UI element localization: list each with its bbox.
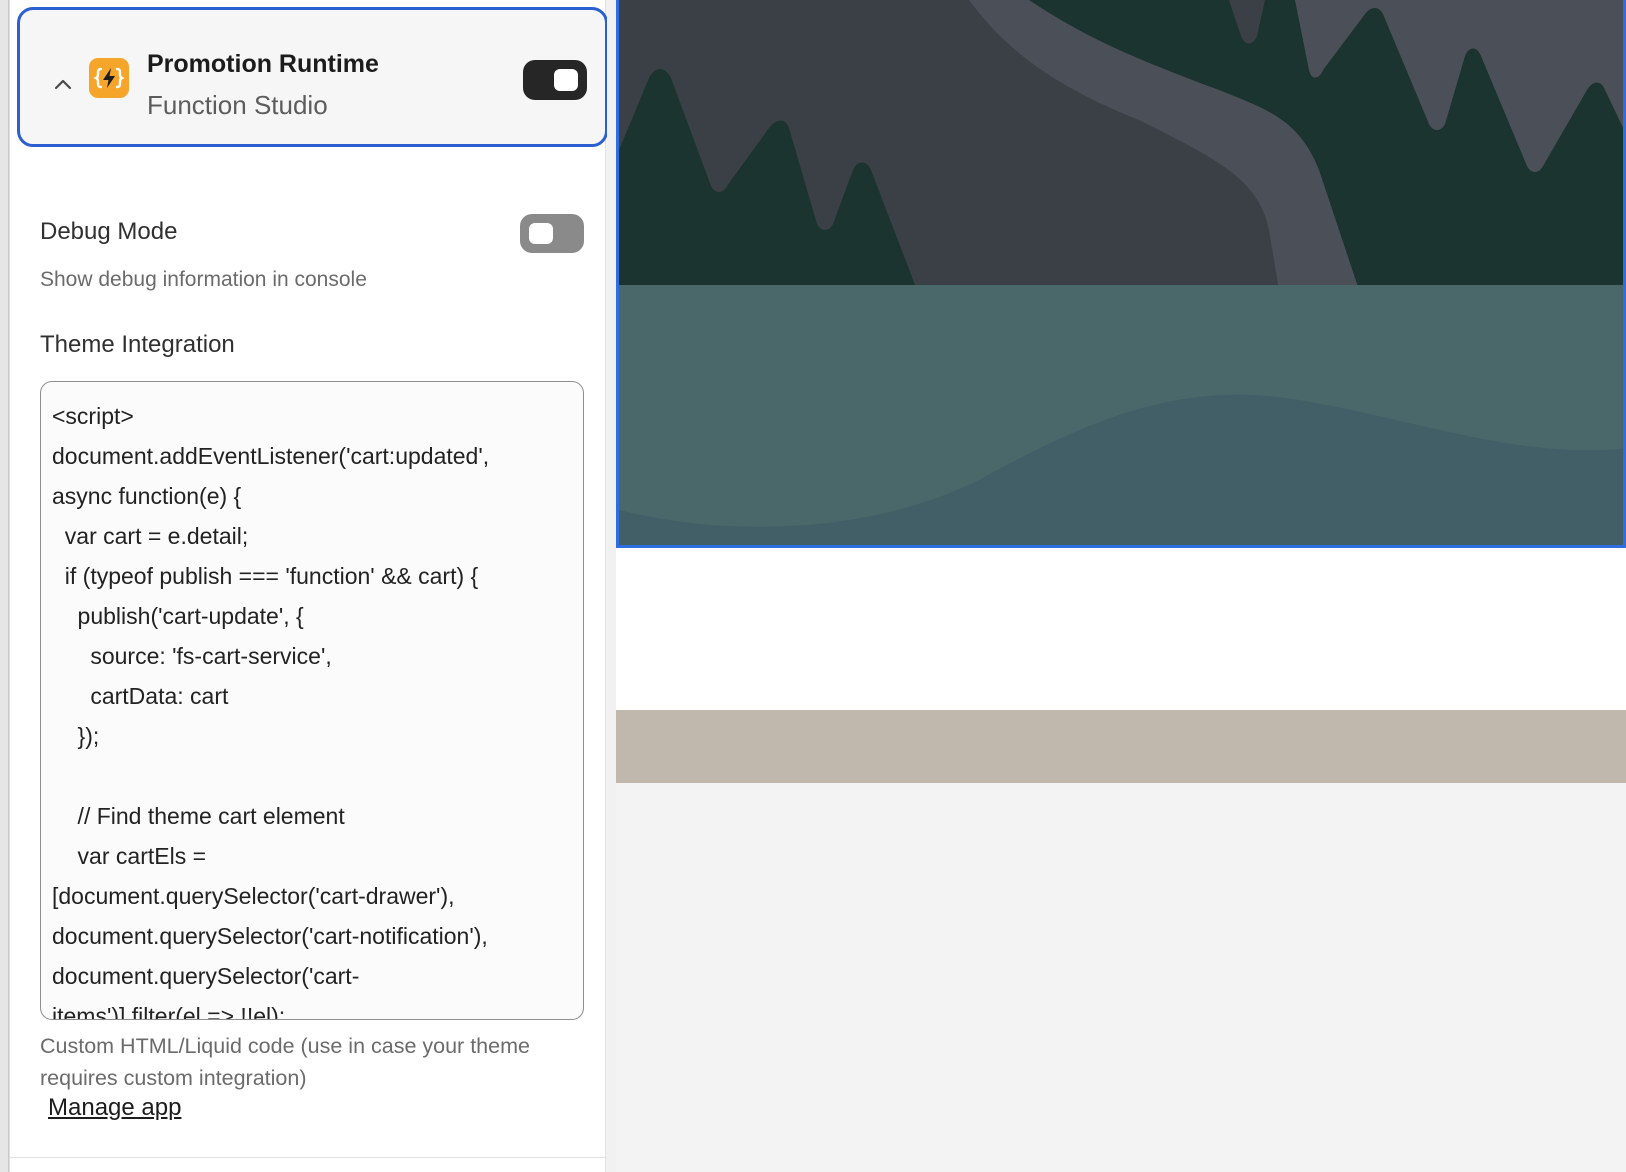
store-preview [616,0,1626,1172]
code-line: [document.querySelector('cart-drawer'), [52,883,455,909]
code-line: var cart = e.detail; [52,523,249,549]
debug-mode-toggle[interactable] [520,214,584,253]
debug-mode-label: Debug Mode [40,218,178,245]
debug-mode-help: Show debug information in console [40,268,367,291]
code-line: document.querySelector('cart- [52,963,360,989]
code-line: // Find theme cart element [52,803,345,829]
panel-resize-divider [607,0,616,1172]
content-section [616,548,1626,710]
code-line: if (typeof publish === 'function' && car… [52,563,479,589]
theme-integration-label: Theme Integration [40,331,235,358]
footer-band [616,710,1626,783]
function-bolt-icon [89,58,129,98]
code-line: publish('cart-update', { [52,603,304,629]
app-title: Promotion Runtime [147,50,379,78]
manage-app-link[interactable]: Manage app [48,1094,181,1122]
landscape-illustration [619,0,1623,545]
panel-divider [10,1157,607,1158]
theme-integration-help: Custom HTML/Liquid code (use in case you… [40,1034,530,1090]
code-line: document.querySelector('cart-notificatio… [52,923,488,949]
code-line: cartData: cart [52,683,229,709]
toggle-knob [529,223,553,244]
window-left-edge [0,0,9,1172]
app-block-header[interactable]: Promotion Runtime Function Studio [17,7,608,147]
code-line: source: 'fs-cart-service', [52,643,332,669]
app-settings-panel: Promotion Runtime Function Studio Debug … [9,0,608,1172]
code-line: items')].filter(el => !!el); [52,1003,286,1020]
theme-integration-code-textarea[interactable]: <script> document.addEventListener('cart… [40,381,584,1020]
code-line: async function(e) { [52,483,242,509]
app-subtitle: Function Studio [147,90,328,120]
hero-image-section[interactable] [616,0,1626,548]
code-line: <script> [52,403,134,429]
chevron-up-icon[interactable] [52,74,74,96]
code-line: var cartEls = [52,843,207,869]
code-line: document.addEventListener('cart:updated'… [52,443,490,469]
code-line: }); [52,723,100,749]
toggle-knob [554,69,578,91]
app-enabled-toggle[interactable] [523,60,587,100]
